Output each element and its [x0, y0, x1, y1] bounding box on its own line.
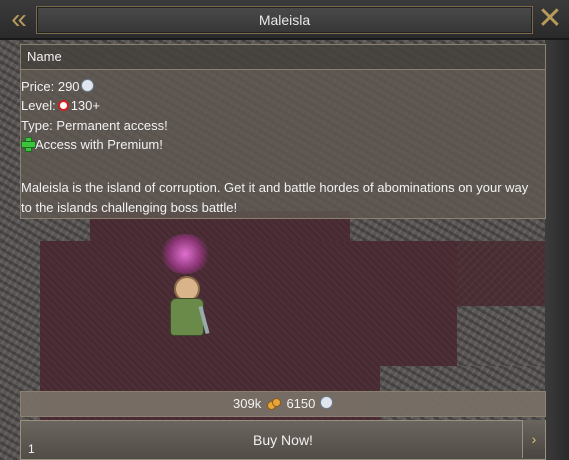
- close-x-icon[interactable]: ✕: [533, 3, 567, 35]
- gold-amount: 309k: [233, 396, 262, 411]
- silver-coin-icon: [320, 396, 333, 409]
- premium-line: Access with Premium!: [21, 137, 163, 152]
- title-frame: Maleisla: [36, 6, 533, 34]
- level-line: Level: 130+: [21, 98, 100, 113]
- chevron-right-icon[interactable]: ›: [522, 420, 545, 458]
- type-line: Type: Permanent access!: [21, 118, 168, 133]
- level-prefix: Level:: [21, 98, 56, 113]
- price-line: Price: 290: [21, 79, 94, 94]
- page-number: 1: [28, 442, 35, 456]
- gold-coins-icon: [266, 398, 281, 410]
- silver-coin-icon: [80, 79, 94, 92]
- window-titlebar: « Maleisla ✕: [0, 0, 569, 40]
- name-column-header: Name: [20, 44, 546, 70]
- portal-glow: [160, 234, 210, 274]
- item-info-panel: Price: 290 Level: 130+ Type: Permanent ac…: [20, 69, 546, 219]
- level-value: 130+: [70, 98, 100, 113]
- buy-now-button[interactable]: Buy Now!: [20, 420, 546, 460]
- coin-amount: 6150: [286, 396, 316, 411]
- player-character: [162, 276, 212, 338]
- double-chevron-left-icon[interactable]: «: [2, 3, 36, 35]
- green-plus-icon: [21, 137, 36, 152]
- currency-balance-bar: 309k 6150: [20, 391, 546, 417]
- name-header-label: Name: [27, 49, 62, 64]
- price-label: Price: 290: [21, 79, 80, 94]
- window-title: Maleisla: [258, 12, 311, 28]
- item-description: Maleisla is the island of corruption. Ge…: [21, 180, 529, 215]
- window-right-border: [545, 38, 569, 460]
- level-target-icon: [57, 100, 69, 111]
- buy-now-label: Buy Now!: [253, 432, 313, 448]
- player-body: [170, 298, 204, 336]
- premium-text: Access with Premium!: [35, 137, 163, 152]
- balance-text: 309k 6150: [21, 396, 545, 411]
